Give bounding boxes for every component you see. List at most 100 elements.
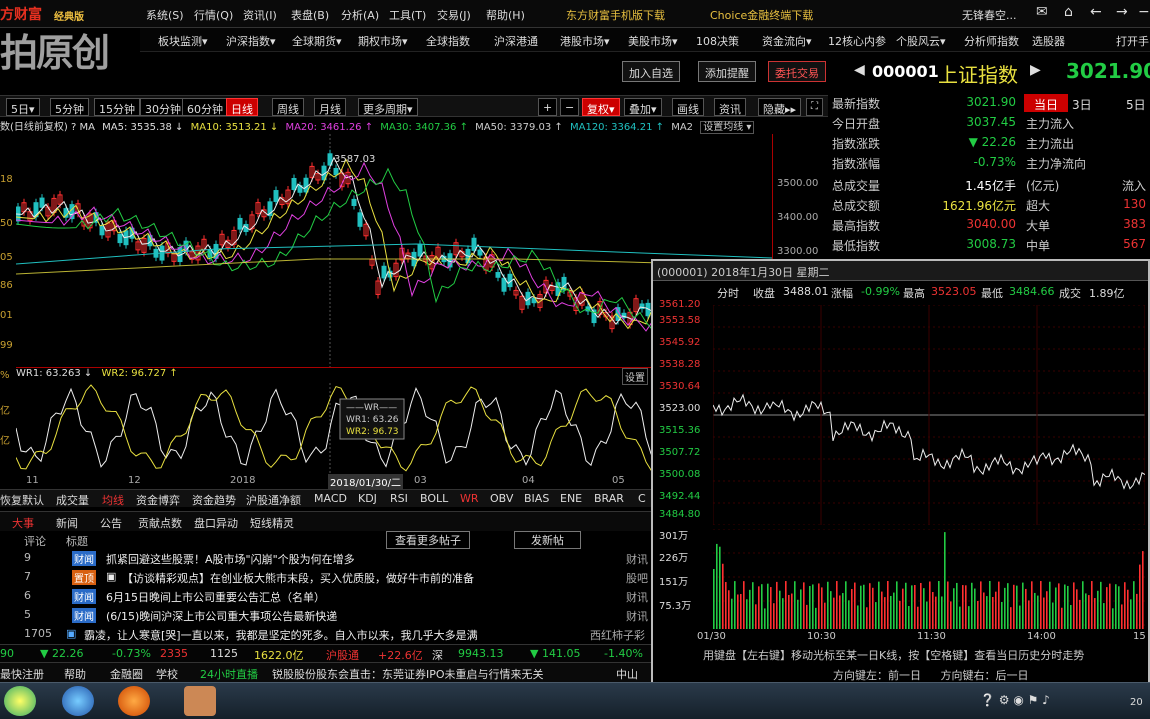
user-name[interactable]: 无锋春空... [962,7,1017,23]
ind-tab[interactable]: 恢复默认 [0,492,44,508]
ind-tab[interactable]: 资金博弈 [136,492,180,508]
ind-tab[interactable]: OBV [490,492,513,505]
stock-app-icon[interactable] [184,686,216,716]
nav-item[interactable]: 美股市场▾ [628,33,678,49]
minimize-icon[interactable]: − [1138,4,1150,20]
ind-tab[interactable]: KDJ [358,492,377,505]
nav-item[interactable]: 期权市场▾ [358,33,408,49]
tray-icons[interactable]: ❔ ⚙ ◉ ⚑ ♪ [980,693,1050,707]
ind-tab[interactable]: 成交量 [56,492,89,508]
bottom-link[interactable]: 帮助 [64,666,86,682]
nav-item[interactable]: 108决策 [696,33,739,49]
news-tab[interactable]: 公告 [100,515,122,531]
tf-more[interactable]: 更多周期▾ [358,98,418,116]
tf-weekly[interactable]: 周线 [272,98,304,116]
ind-tab[interactable]: WR [460,492,479,505]
popup-title[interactable]: (000001) 2018年1月30日 星期二 [653,261,1148,281]
tab-5day[interactable]: 5日 [1126,96,1146,113]
ie-icon[interactable] [62,686,94,716]
tf-daily[interactable]: 日线 [226,98,258,116]
list-item[interactable]: 9 财闻 抓紧回避这些股票！A股市场"闪崩"个股为何在增多 财讯 [0,549,652,567]
news-tab[interactable]: 大事 [12,515,34,531]
tf-5min[interactable]: 5分钟 [50,98,89,116]
ma-settings-button[interactable]: 设置均线 ▾ [700,121,755,134]
add-alert-button[interactable]: 添加提醒 [698,61,756,82]
overlay-button[interactable]: 叠加▾ [624,98,662,116]
news-tab[interactable]: 盘口异动 [194,515,238,531]
fullscreen-icon[interactable]: ⛶ [806,98,823,116]
bottom-link[interactable]: 中山 [616,666,638,682]
prev-stock-icon[interactable]: ◀ [854,62,865,78]
bottom-link[interactable]: 金融圈 [110,666,143,682]
adjust-button[interactable]: 复权▾ [582,98,620,116]
nav-item[interactable]: 全球期货▾ [292,33,342,49]
ind-tab[interactable]: RSI [390,492,408,505]
menu-quote[interactable]: 行情(Q) [194,7,233,23]
nav-item[interactable]: 选股器 [1032,33,1065,49]
list-item[interactable]: 5 财闻 (6/15)晚间沪深上市公司重大事项公告最新快递 财讯 [0,606,652,624]
tf-15min[interactable]: 15分钟 [94,98,140,116]
menu-system[interactable]: 系统(S) [146,7,184,23]
tab-3day[interactable]: 3日 [1072,96,1092,113]
news-title[interactable]: 霸凌，让人寒意[哭]一直以来，我都是坚定的死多。自入市以来，我几乎大多是满 [84,627,590,643]
nav-item[interactable]: 沪深指数▾ [226,33,276,49]
intraday-popup[interactable]: (000001) 2018年1月30日 星期二 分时 收盘 3488.01 涨幅… [651,259,1150,684]
news-tab[interactable]: 新闻 [56,515,78,531]
ind-tab[interactable]: 资金趋势 [192,492,236,508]
draw-button[interactable]: 画线 [672,98,704,116]
tf-monthly[interactable]: 月线 [314,98,346,116]
tf-30min[interactable]: 30分钟 [140,98,186,116]
ind-tab[interactable]: 均线 [102,492,124,508]
ind-tab[interactable]: ENE [560,492,582,505]
intraday-chart[interactable] [713,305,1145,525]
bottom-link[interactable]: 学校 [156,666,178,682]
news-title[interactable]: 6月15日晚间上市公司重要公告汇总（名单） [106,589,325,605]
ind-tab[interactable]: 沪股通净额 [246,492,301,508]
ind-tab[interactable]: BIAS [524,492,549,505]
mail-icon[interactable]: ✉ [1036,4,1048,20]
nav-item[interactable]: 12核心内参 [828,33,886,49]
next-stock-icon[interactable]: ▶ [1030,62,1041,78]
tf-5day[interactable]: 5日▾ [6,98,40,116]
nav-item[interactable]: 板块监测▾ [158,33,208,49]
promo-choice-download[interactable]: Choice金融终端下载 [710,7,813,23]
menu-analysis[interactable]: 分析(A) [341,7,379,23]
tab-today[interactable]: 当日 [1024,94,1068,112]
ind-tab[interactable]: C [638,492,646,505]
menu-tools[interactable]: 工具(T) [389,7,426,23]
nav-item[interactable]: 沪深港通 [494,33,538,49]
zoom-out-button[interactable]: − [560,98,580,116]
menu-board[interactable]: 表盘(B) [291,7,329,23]
news-tab[interactable]: 贡献点数 [138,515,182,531]
home-icon[interactable]: ⌂ [1064,4,1073,20]
bottom-link[interactable]: 最快注册 [0,666,44,682]
start-icon[interactable] [4,686,36,716]
ind-tab[interactable]: BOLL [420,492,448,505]
promo-mobile-download[interactable]: 东方财富手机版下载 [566,7,665,23]
back-icon[interactable]: ← [1090,4,1102,20]
news-title[interactable]: 【访谈精彩观点】在创业板大熊市末段，买入优质股，做好牛市前的准备 [122,570,474,586]
nav-item[interactable]: 资金流向▾ [762,33,812,49]
trade-button[interactable]: 委托交易 [768,61,826,82]
list-item[interactable]: 1705 ▣ 霸凌，让人寒意[哭]一直以来，我都是坚定的死多。自入市以来，我几乎… [0,625,652,643]
ind-tab[interactable]: MACD [314,492,347,505]
menu-trade[interactable]: 交易(J) [437,7,471,23]
add-watchlist-button[interactable]: 加入自选 [622,61,680,82]
list-item[interactable]: 7 置顶 ▣ 【访谈精彩观点】在创业板大熊市末段，买入优质股，做好牛市前的准备 … [0,568,652,586]
hide-button[interactable]: 隐藏▸▸ [758,98,802,116]
ind-tab[interactable]: BRAR [594,492,624,505]
bottom-link[interactable]: 24小时直播 [200,666,258,682]
list-item[interactable]: 6 财闻 6月15日晚间上市公司重要公告汇总（名单） 财讯 [0,587,652,605]
tf-60min[interactable]: 60分钟 [182,98,228,116]
nav-item[interactable]: 分析师指数 [964,33,1019,49]
news-title[interactable]: (6/15)晚间沪深上市公司重大事项公告最新快递 [106,608,337,624]
more-posts-button[interactable]: 查看更多帖子 [386,531,470,549]
new-post-button[interactable]: 发新帖 [514,531,581,549]
news-tab[interactable]: 短线精灵 [250,515,294,531]
nav-item[interactable]: 全球指数 [426,33,470,49]
clock[interactable]: 20 [1130,697,1143,708]
nav-item[interactable]: 打开手 [1116,33,1149,49]
app-icon[interactable] [118,686,150,716]
news-title[interactable]: 抓紧回避这些股票！A股市场"闪崩"个股为何在增多 [106,551,355,567]
menu-info[interactable]: 资讯(I) [243,7,277,23]
